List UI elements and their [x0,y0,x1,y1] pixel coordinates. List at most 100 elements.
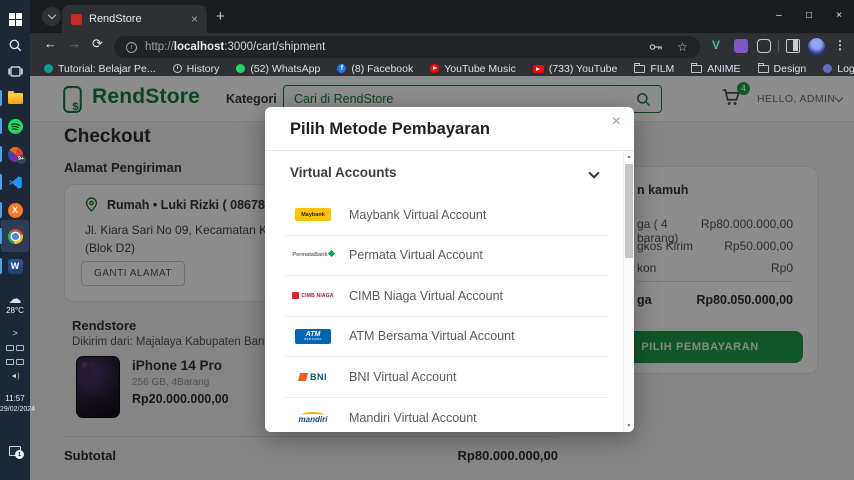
scroll-down-arrow-icon[interactable]: ▼ [624,423,634,429]
vscode-icon [8,175,22,189]
site-info-icon[interactable]: i [126,41,137,53]
browser-menu-kebab-icon[interactable]: ⋮ [834,38,846,52]
tray-network-icon [16,359,24,365]
toolbar-separator: | [777,38,781,52]
cookie-extension-icon[interactable] [757,39,771,53]
taskbar-vscode[interactable] [0,169,30,195]
chrome-icon [7,228,23,244]
file-explorer-icon [7,90,23,104]
payment-method-cimb[interactable]: CIMB NIAGA CIMB Niaga Virtual Account [285,276,608,317]
bookmark-folder-film[interactable]: FILM [634,62,674,75]
bookmarks-bar: Tutorial: Belajar Pe... History (52) Wha… [30,61,854,76]
taskbar-spotify[interactable] [0,113,30,139]
bookmark-whatsapp[interactable]: (52) WhatsApp [236,63,320,75]
bookmark-youtube-music[interactable]: YouTube Music [430,63,516,75]
taskbar-search-button[interactable] [0,32,30,58]
bookmark-label: ANIME [707,62,741,75]
notification-center-button[interactable]: 1 [0,438,30,464]
search-icon [9,39,21,51]
forward-button[interactable]: → [68,36,81,51]
payment-method-label: Mandiri Virtual Account [349,410,477,425]
xampp-icon: X [7,202,23,218]
bookmark-tutorial[interactable]: Tutorial: Belajar Pe... [44,63,156,75]
payment-method-bni[interactable]: BNI BNI Virtual Account [285,357,608,398]
bookmark-facebook[interactable]: f (8) Facebook [337,63,413,75]
modal-title: Pilih Metode Pembayaran [290,120,490,138]
virtual-accounts-section[interactable]: Virtual Accounts [290,165,397,180]
youtube-icon [532,64,544,73]
chevron-down-icon [47,10,56,20]
vue-devtools-extension-icon[interactable]: V [712,38,720,52]
taskbar-file-explorer[interactable] [0,85,30,111]
modal-header-divider [265,150,634,151]
purple-extension-icon[interactable] [734,39,748,53]
word-icon: W [7,258,23,274]
atm-bersama-logo-icon: ATM BERSAMA [291,328,335,344]
payment-method-mandiri[interactable]: mandiri Mandiri Virtual Account [285,398,608,433]
speaker-icon: ◄) [10,372,20,380]
payment-method-label: ATM Bersama Virtual Account [349,329,515,344]
tray-icons-row1[interactable] [0,342,30,354]
bookmark-history[interactable]: History [172,63,219,75]
url-path: :3000/cart/shipment [224,41,326,53]
payment-method-label: CIMB Niaga Virtual Account [349,288,504,303]
windows-taskbar: 9+ X W ☁ 28°C > ◄) 11:57 29/02/2024 1 [0,0,35,480]
payment-method-label: Permata Virtual Account [349,248,483,263]
cloud-icon: ☁ [8,291,22,306]
new-tab-button[interactable]: + [216,8,225,25]
spotify-icon [7,118,23,134]
minimize-button[interactable]: – [764,10,794,21]
url-scheme: http:// [145,41,174,53]
payment-method-maybank[interactable]: Maybank Maybank Virtual Account [285,195,608,236]
bookmark-canvas[interactable]: Log In to Canvas [823,63,854,75]
permata-logo-icon: PermataBank [291,250,335,258]
media-app-icon: 9+ [7,146,26,164]
section-chevron-down-icon[interactable] [588,167,600,179]
payment-method-permata[interactable]: PermataBank Permata Virtual Account [285,236,608,276]
bookmark-star-icon[interactable]: ☆ [677,40,688,54]
tray-expand-chevron[interactable]: > [0,328,30,338]
password-key-icon[interactable] [649,42,663,52]
folder-icon [757,62,769,73]
bookmark-label: Tutorial: Belajar Pe... [58,62,156,75]
modal-scrollbar[interactable]: ▲ ▼ [623,151,634,432]
modal-close-icon[interactable]: × [612,113,621,131]
tray-icons-row2[interactable] [0,356,30,368]
start-button[interactable] [0,6,30,32]
media-badge: 9+ [16,154,26,164]
rendstore-favicon [71,13,82,25]
taskbar-media-app[interactable]: 9+ [0,141,30,167]
clock-time[interactable]: 11:57 [0,394,30,403]
split-screen-icon[interactable] [786,39,800,53]
bookmark-label: (8) Facebook [351,62,414,75]
scroll-up-arrow-icon[interactable]: ▲ [624,154,634,160]
maybank-logo-icon: Maybank [291,208,335,222]
mandiri-logo-icon: mandiri [291,411,335,424]
tab-search-button[interactable] [42,7,61,26]
tab-close-icon[interactable]: × [191,13,198,25]
back-button[interactable]: ← [44,36,57,51]
folder-icon [634,62,646,73]
profile-avatar[interactable] [808,38,825,55]
taskbar-chrome[interactable] [0,223,30,249]
task-view-button[interactable] [0,58,30,84]
volume-button[interactable]: ◄) [0,370,30,382]
address-bar[interactable]: i http://localhost:3000/cart/shipment ☆ [114,36,700,58]
payment-method-atm-bersama[interactable]: ATM BERSAMA ATM Bersama Virtual Account [285,317,608,357]
taskbar-word[interactable]: W [0,253,30,279]
bookmark-youtube[interactable]: (733) YouTube [532,63,617,75]
notification-icon: 1 [9,446,24,459]
url-text: http://localhost:3000/cart/shipment [145,41,325,53]
scrollbar-thumb[interactable] [625,164,633,258]
bookmark-folder-anime[interactable]: ANIME [691,62,741,75]
payment-method-label: Maybank Virtual Account [349,207,487,222]
browser-tab[interactable]: RendStore × [62,5,207,33]
bookmark-folder-design[interactable]: Design [757,62,806,75]
reload-button[interactable]: ⟳ [92,36,103,52]
clock-date[interactable]: 29/02/2024 [0,406,35,413]
canvas-icon [823,64,833,73]
weather-temperature: 28°C [6,306,24,315]
maximize-button[interactable]: □ [794,10,824,21]
tab-title: RendStore [89,13,142,25]
close-window-button[interactable]: × [824,10,854,21]
